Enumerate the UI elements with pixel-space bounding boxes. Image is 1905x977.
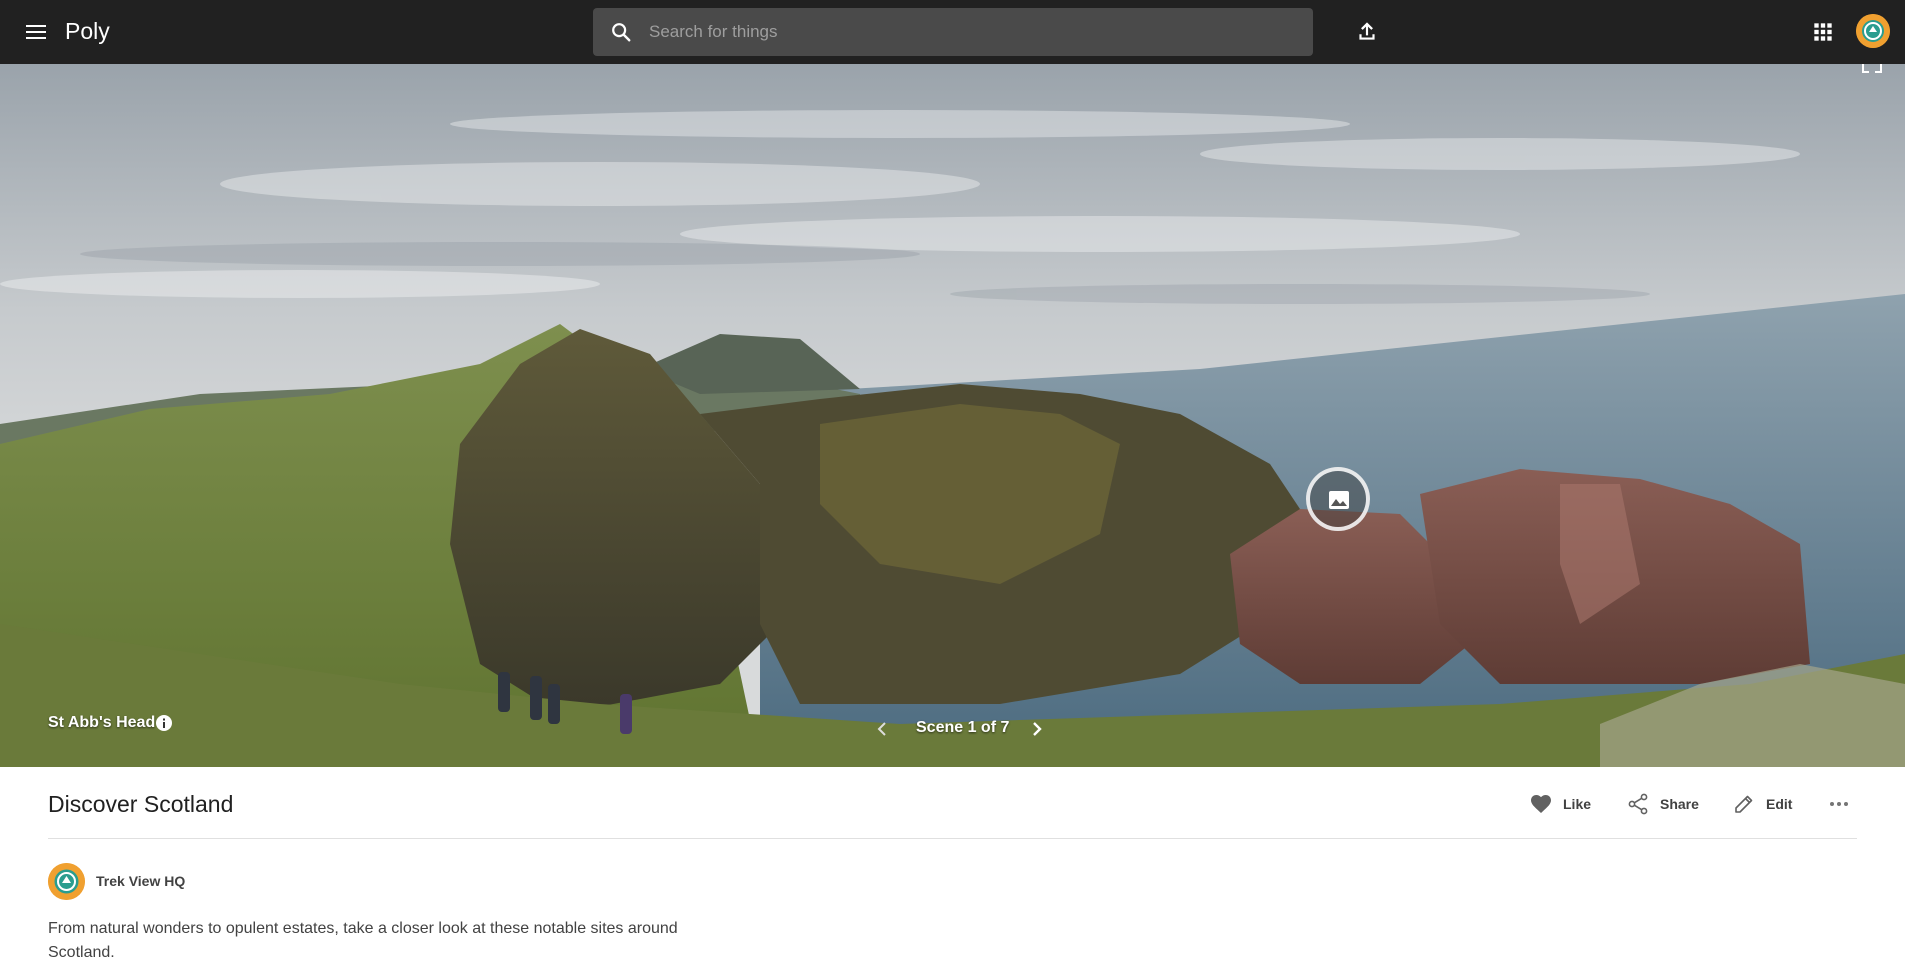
- search-bar[interactable]: [593, 8, 1313, 56]
- panorama-image[interactable]: [0, 64, 1905, 767]
- author-avatar[interactable]: [48, 863, 85, 900]
- menu-icon-line: [26, 31, 46, 33]
- like-button[interactable]: Like: [1529, 789, 1591, 819]
- heart-icon: [1531, 795, 1551, 813]
- pencil-icon: [1735, 795, 1753, 813]
- menu-icon-line: [26, 25, 46, 27]
- image-icon: [1329, 491, 1349, 509]
- scene-counter: Scene 1 of 7: [916, 719, 1010, 736]
- place-name: St Abb's Head: [48, 714, 156, 731]
- tour-description: From natural wonders to opulent estates,…: [48, 920, 678, 961]
- fullscreen-icon[interactable]: [1862, 64, 1882, 76]
- panorama-viewer[interactable]: [0, 64, 1905, 767]
- share-label: Share: [1660, 796, 1699, 812]
- share-button[interactable]: Share: [1626, 789, 1699, 819]
- search-input[interactable]: [649, 8, 1289, 56]
- more-horiz-icon[interactable]: [1826, 793, 1852, 815]
- app-logo[interactable]: Poly: [65, 18, 110, 45]
- author-name[interactable]: Trek View HQ: [96, 873, 185, 889]
- info-icon[interactable]: [155, 714, 173, 732]
- divider: [48, 838, 1857, 839]
- top-app-bar: Poly: [0, 0, 1905, 64]
- account-avatar[interactable]: [1856, 14, 1890, 48]
- tour-title: Discover Scotland: [48, 791, 234, 817]
- like-label: Like: [1563, 796, 1592, 812]
- chevron-right-icon[interactable]: [1024, 717, 1050, 741]
- upload-icon[interactable]: [1354, 18, 1380, 44]
- trek-view-logo: [48, 863, 85, 900]
- edit-label: Edit: [1766, 796, 1793, 812]
- apps-grid-icon[interactable]: [1810, 19, 1836, 45]
- menu-button[interactable]: [20, 18, 52, 46]
- chevron-left-icon[interactable]: [869, 717, 895, 741]
- menu-icon-line: [26, 37, 46, 39]
- share-icon: [1628, 793, 1648, 815]
- photo-marker-button[interactable]: [1306, 467, 1370, 531]
- edit-button[interactable]: Edit: [1732, 789, 1792, 819]
- search-icon: [612, 23, 631, 42]
- trek-view-logo: [1856, 14, 1890, 48]
